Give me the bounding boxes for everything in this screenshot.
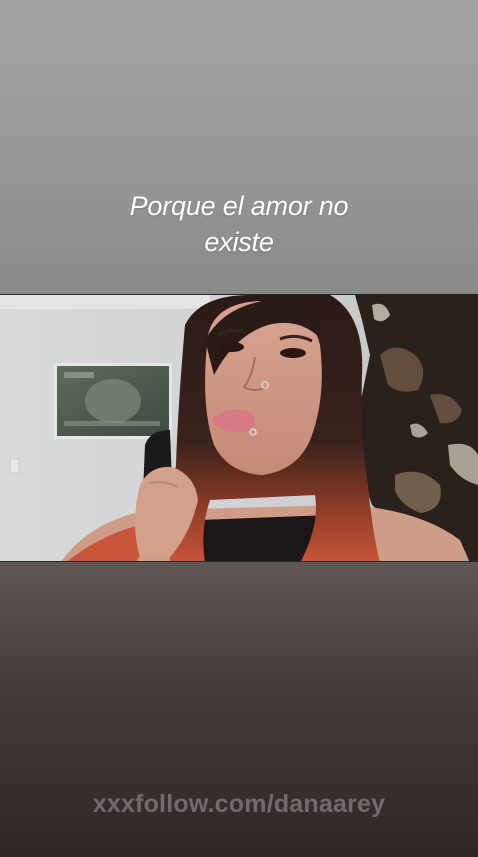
story-caption: Porque el amor no existe [129,191,349,257]
framed-picture-icon [54,363,172,439]
story-screen[interactable]: Porque el amor no existe xxxfollow.com/d… [0,0,478,857]
video-player[interactable] [0,294,478,562]
video-frame-image [0,295,478,561]
watermark-text: xxxfollow.com/danaarey [92,790,386,818]
